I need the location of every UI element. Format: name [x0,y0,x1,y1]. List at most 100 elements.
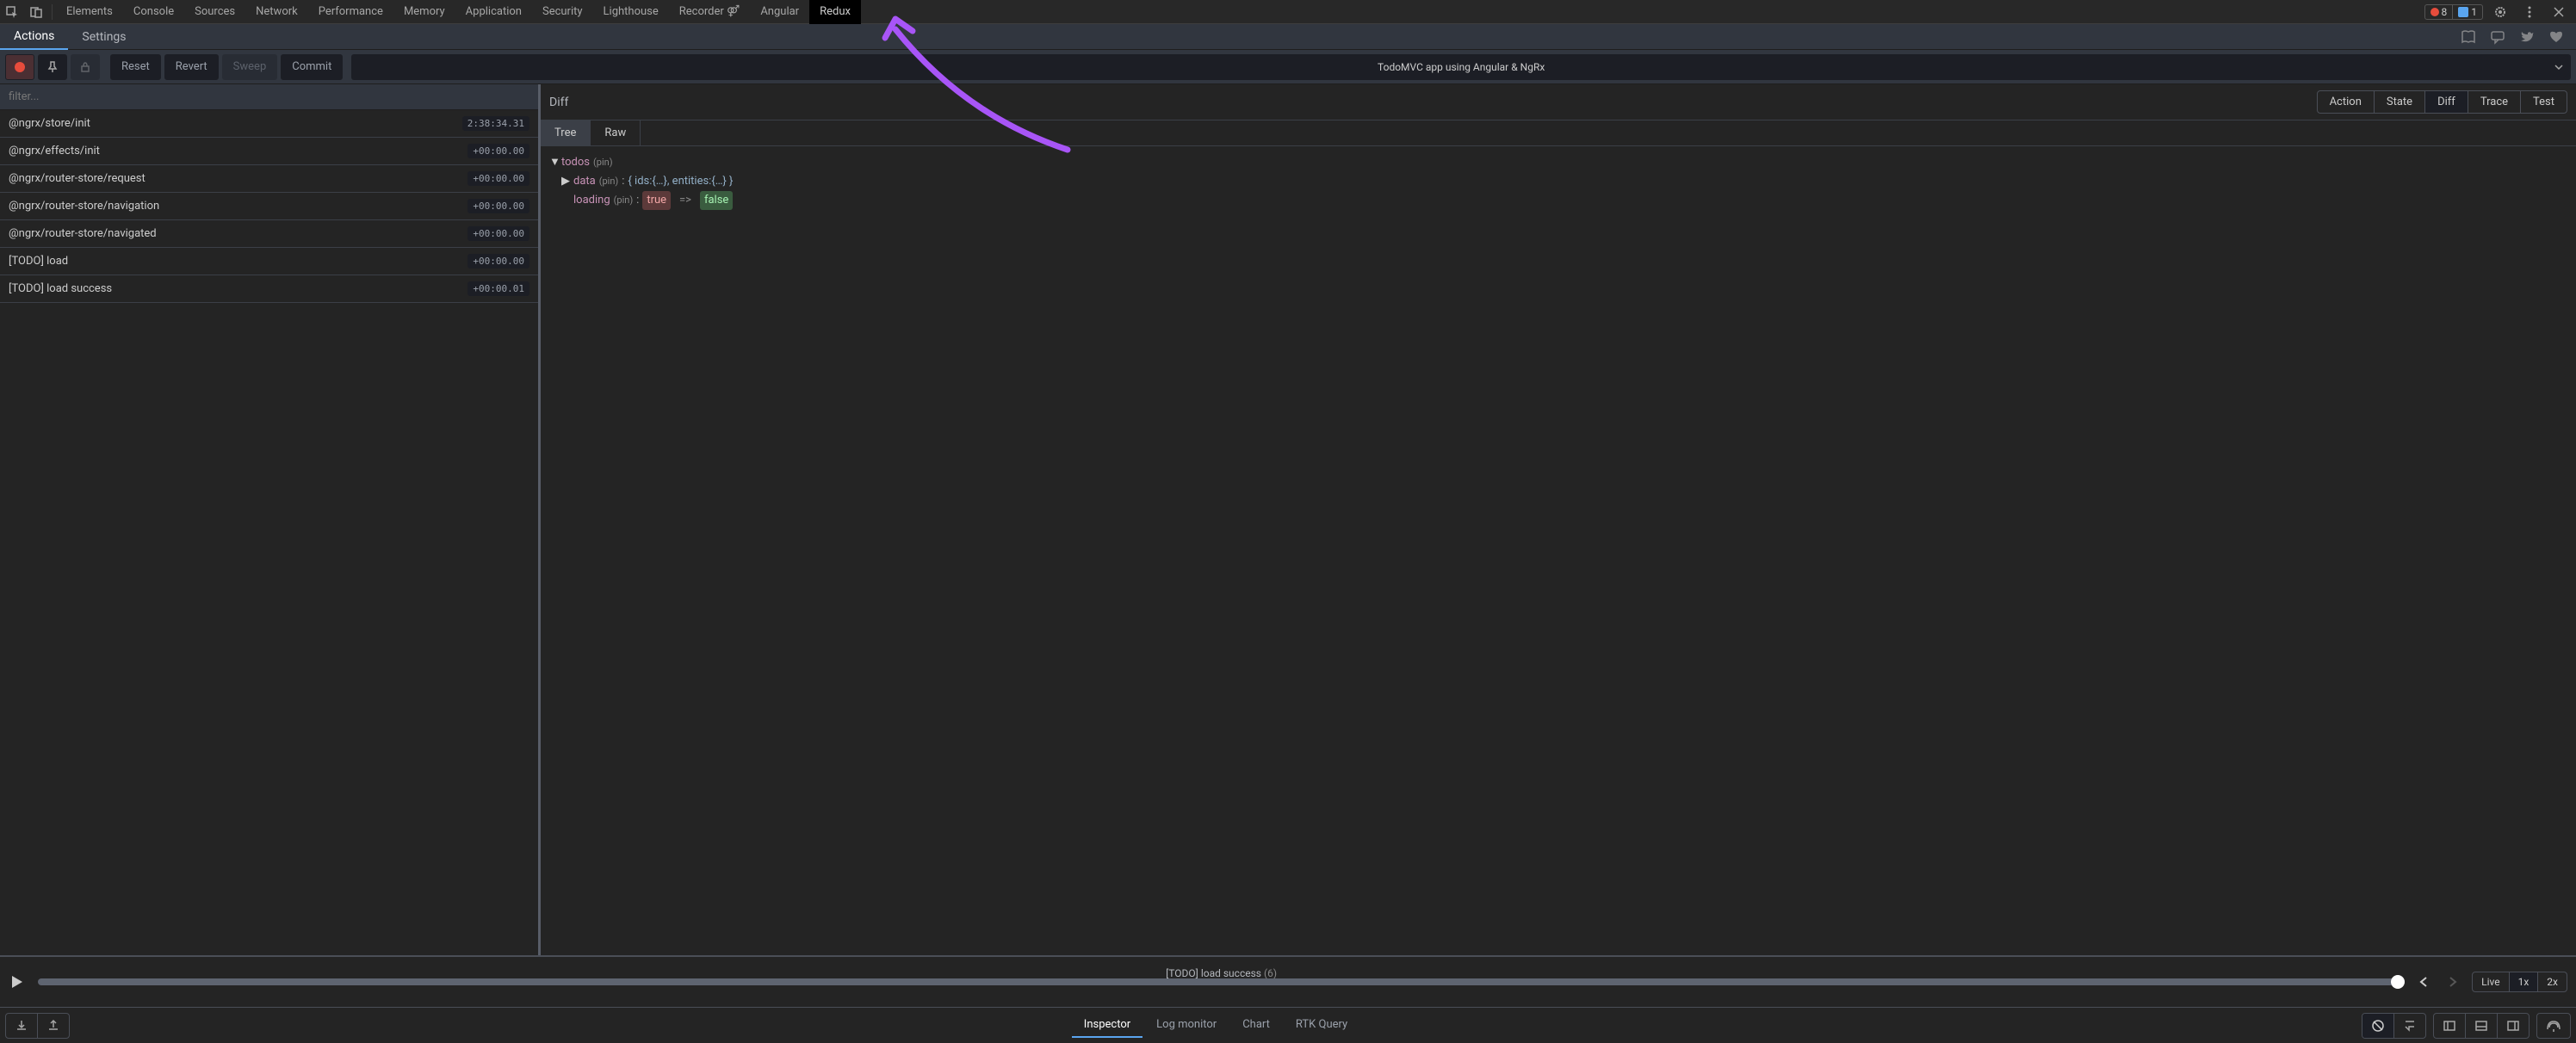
timeline-label: [TODO] load success (6) [38,967,2405,979]
kebab-menu-icon[interactable] [2517,0,2542,24]
pill-state[interactable]: State [2375,91,2425,113]
tab-network[interactable]: Network [245,0,308,24]
inspect-element-icon[interactable] [0,0,24,24]
action-timestamp: +00:00.01 [468,281,529,296]
tab-security[interactable]: Security [532,0,593,24]
revert-button[interactable]: Revert [164,54,219,80]
toolbar: Reset Revert Sweep Commit TodoMVC app us… [0,50,2576,84]
action-row[interactable]: @ngrx/router-store/request+00:00.00 [0,165,538,193]
layout-left-button[interactable] [2434,1014,2466,1038]
triangle-down-icon: ▼ [549,153,558,172]
speed-1x[interactable]: 1x [2510,972,2539,991]
action-row[interactable]: [TODO] load success +00:00.01 [0,275,538,303]
step-back-button[interactable] [2413,972,2434,992]
error-dot-icon [2430,8,2439,16]
instance-selector[interactable]: TodoMVC app using Angular & NgRx [351,54,2571,80]
speed-2x[interactable]: 2x [2538,972,2567,991]
filter-input[interactable] [0,84,538,110]
tree-node[interactable]: ▼ todos (pin) [549,153,2567,172]
diff-old-value: true [642,191,671,210]
play-button[interactable] [9,972,29,992]
btab-inspector[interactable]: Inspector [1072,1013,1142,1038]
tree-key: loading [573,191,610,210]
action-name: @ngrx/effects/init [9,145,100,157]
layout-bottom-button[interactable] [2466,1014,2498,1038]
pin-label: (pin) [599,172,619,191]
docs-icon[interactable] [2459,28,2478,46]
timeline-track[interactable]: [TODO] load success (6) [38,969,2405,995]
pin-button[interactable] [38,54,67,80]
action-timestamp: +00:00.00 [468,199,529,213]
reset-button[interactable]: Reset [110,54,161,80]
devtools-tab-strip: Elements Console Sources Network Perform… [0,0,2576,24]
action-row[interactable]: @ngrx/router-store/navigated +00:00.00 [0,220,538,248]
pause-recording-button[interactable] [2362,1014,2394,1038]
tab-console[interactable]: Console [123,0,184,24]
colon: : [636,191,639,210]
action-row[interactable]: @ngrx/store/init 2:38:34.31 [0,110,538,138]
view-mode-pills: Action State Diff Trace Test [2317,90,2567,114]
tab-elements[interactable]: Elements [56,0,123,24]
pill-test[interactable]: Test [2521,91,2567,113]
record-button[interactable] [5,54,34,80]
export-button[interactable] [6,1014,38,1038]
tab-redux[interactable]: Redux [809,0,861,24]
tree-node[interactable]: ▶ data (pin) : { ids:{…}, entities:{…} } [549,172,2567,191]
support-heart-icon[interactable] [2547,28,2566,46]
commit-button[interactable]: Commit [281,54,343,80]
speed-live[interactable]: Live [2473,972,2509,991]
error-count: 8 [2442,6,2448,18]
subtab-settings[interactable]: Settings [68,24,139,50]
pill-action[interactable]: Action [2318,91,2375,113]
diff-header-label: Diff [549,96,568,109]
tree-node[interactable]: loading (pin) : true => false [549,191,2567,210]
subtab-actions[interactable]: Actions [0,24,68,50]
tab-sources[interactable]: Sources [184,0,245,24]
action-row[interactable]: @ngrx/router-store/navigation +00:00.00 [0,193,538,220]
action-name: [TODO] load success [9,282,112,295]
action-timestamp: +00:00.00 [468,226,529,241]
action-timestamp: +00:00.00 [468,254,529,268]
tab-recorder[interactable]: Recorder ⚤ [669,0,751,24]
action-row[interactable]: @ngrx/effects/init+00:00.00 [0,138,538,165]
tab-application[interactable]: Application [455,0,532,24]
device-toolbar-icon[interactable] [24,0,48,24]
action-name: @ngrx/store/init [9,117,90,130]
tab-performance[interactable]: Performance [308,0,393,24]
error-issue-badge[interactable]: 8 1 [2424,4,2484,20]
issue-icon [2458,7,2468,17]
pill-trace[interactable]: Trace [2468,91,2521,113]
layout-right-button[interactable] [2498,1014,2529,1038]
diff-new-value: false [700,191,733,210]
tab-angular[interactable]: Angular [750,0,809,24]
tree-tab-raw[interactable]: Raw [591,120,641,145]
tab-memory[interactable]: Memory [393,0,455,24]
btab-chart[interactable]: Chart [1230,1013,1282,1038]
speed-pills: Live 1x 2x [2472,972,2567,992]
btab-rtk-query[interactable]: RTK Query [1284,1013,1359,1038]
btab-log-monitor[interactable]: Log monitor [1144,1013,1229,1038]
tab-lighthouse[interactable]: Lighthouse [593,0,669,24]
action-name: @ngrx/router-store/navigation [9,200,159,213]
lock-button[interactable] [71,54,100,80]
diff-arrow: => [674,191,697,210]
settings-gear-icon[interactable] [2488,0,2512,24]
instance-title: TodoMVC app using Angular & NgRx [1378,61,1545,73]
import-button[interactable] [38,1014,69,1038]
sweep-button[interactable]: Sweep [222,54,278,80]
action-row[interactable]: [TODO] load+00:00.00 [0,248,538,275]
close-icon[interactable] [2547,0,2571,24]
step-forward-button[interactable] [2443,972,2463,992]
action-timestamp: +00:00.00 [468,171,529,186]
tree-tab-tree[interactable]: Tree [541,120,591,145]
timeline-knob[interactable] [2391,975,2405,989]
action-timestamp: 2:38:34.31 [462,116,529,131]
feedback-icon[interactable] [2488,28,2507,46]
remote-button[interactable] [2537,1014,2570,1038]
twitter-icon[interactable] [2517,28,2536,46]
redux-subtab-bar: Actions Settings [0,24,2576,50]
pill-diff[interactable]: Diff [2425,91,2468,113]
dispatch-button[interactable] [2394,1014,2425,1038]
timeline-bar: [TODO] load success (6) Live 1x 2x [0,955,2576,1007]
action-name: @ngrx/router-store/navigated [9,227,157,240]
